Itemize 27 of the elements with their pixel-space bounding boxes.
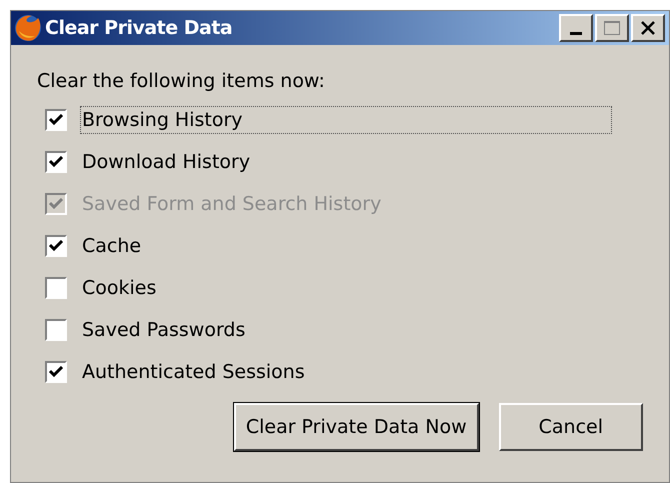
checkmark-icon xyxy=(49,198,63,210)
checkbox[interactable] xyxy=(45,277,67,299)
close-icon xyxy=(640,21,656,35)
minimize-button[interactable] xyxy=(559,14,593,42)
checkbox[interactable] xyxy=(45,235,67,257)
fox-globe-icon xyxy=(13,13,43,43)
cancel-button[interactable]: Cancel xyxy=(498,403,643,451)
checkbox-label: Authenticated Sessions xyxy=(81,360,306,385)
checkmark-icon xyxy=(49,366,63,378)
checkmark-icon xyxy=(49,156,63,168)
checkbox-label: Saved Form and Search History xyxy=(81,192,382,217)
checkbox[interactable] xyxy=(45,361,67,383)
close-button[interactable] xyxy=(631,14,665,42)
checkbox[interactable] xyxy=(45,319,67,341)
window-title: Clear Private Data xyxy=(45,16,232,41)
checkmark-icon xyxy=(49,240,63,252)
checkbox-label: Browsing History xyxy=(80,106,612,134)
checkbox-label: Saved Passwords xyxy=(81,318,246,343)
checkmark-icon xyxy=(49,114,63,126)
checkbox-label: Cookies xyxy=(81,276,158,301)
checkbox[interactable] xyxy=(45,151,67,173)
clear-now-button[interactable]: Clear Private Data Now xyxy=(234,403,479,451)
maximize-button[interactable] xyxy=(595,14,629,42)
checkbox[interactable] xyxy=(45,109,67,131)
checkbox-label: Cache xyxy=(81,234,142,259)
checkbox-label: Download History xyxy=(81,150,252,175)
instruction-text: Clear the following items now: xyxy=(37,69,326,93)
